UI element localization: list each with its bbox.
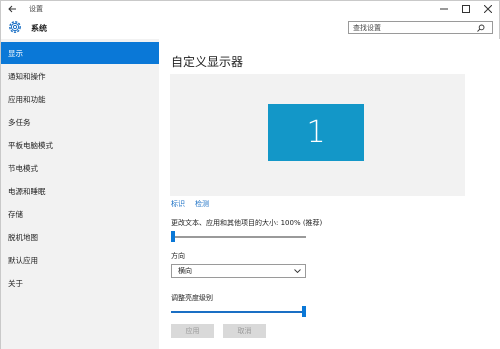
main-content: 自定义显示器 1 标识 检测 更改文本、应用和其他项目的大小: 100% (推荐… [159, 39, 500, 349]
chevron-down-icon [294, 269, 301, 274]
sidebar-item-label: 关于 [8, 278, 23, 288]
sidebar-item-battery-saver[interactable]: 节电模式 [1, 157, 159, 179]
search-input[interactable] [349, 22, 474, 33]
orientation-label: 方向 [171, 252, 185, 260]
sidebar-item-label: 节电模式 [8, 163, 38, 173]
sidebar-item-storage[interactable]: 存储 [1, 203, 159, 225]
sidebar-item-label: 平板电脑模式 [8, 140, 53, 150]
sidebar-item-tablet-mode[interactable]: 平板电脑模式 [1, 134, 159, 156]
sidebar-item-offline-maps[interactable]: 脱机地图 [1, 226, 159, 248]
header: 系统 [1, 16, 499, 39]
search-box[interactable] [348, 21, 493, 34]
monitor-tile[interactable]: 1 [268, 104, 364, 161]
arrow-left-icon [7, 5, 16, 12]
sidebar-item-label: 应用和功能 [8, 94, 46, 104]
sidebar-item-multitasking[interactable]: 多任务 [1, 111, 159, 133]
scale-slider[interactable] [171, 231, 306, 242]
settings-window: 设置 系统 查找设置 显示 通知和操作 应用和功能 多任务 平板电脑模式 节电模… [0, 0, 500, 349]
close-button[interactable] [477, 1, 499, 16]
maximize-icon [462, 4, 470, 13]
orientation-dropdown[interactable]: 横向 [171, 264, 306, 278]
apply-button[interactable]: 应用 [171, 324, 214, 338]
sidebar: 显示 通知和操作 应用和功能 多任务 平板电脑模式 节电模式 电源和睡眠 存储 … [1, 39, 159, 349]
sidebar-item-notifications[interactable]: 通知和操作 [1, 65, 159, 87]
sidebar-item-label: 脱机地图 [8, 232, 38, 242]
brightness-slider-fill [171, 311, 302, 313]
sidebar-item-apps[interactable]: 应用和功能 [1, 88, 159, 110]
minimize-icon [440, 8, 448, 9]
cancel-button[interactable]: 取消 [223, 324, 266, 338]
brightness-slider-thumb[interactable] [302, 306, 306, 317]
close-icon [484, 4, 492, 13]
search-icon[interactable] [474, 22, 488, 33]
sidebar-item-label: 多任务 [8, 117, 31, 127]
window-title: 设置 [29, 4, 43, 13]
scale-slider-thumb[interactable] [171, 231, 175, 242]
sidebar-item-default-apps[interactable]: 默认应用 [1, 249, 159, 271]
sidebar-item-about[interactable]: 关于 [1, 272, 159, 294]
sidebar-item-label: 默认应用 [8, 255, 38, 265]
sidebar-item-display[interactable]: 显示 [1, 42, 159, 64]
identify-link[interactable]: 标识 [171, 199, 185, 209]
title-bar: 设置 [1, 1, 499, 16]
page-title: 自定义显示器 [171, 55, 244, 69]
sidebar-item-power-sleep[interactable]: 电源和睡眠 [1, 180, 159, 202]
maximize-button[interactable] [455, 1, 477, 16]
back-button[interactable] [1, 1, 23, 16]
sidebar-item-label: 显示 [8, 48, 23, 58]
sidebar-item-label: 存储 [8, 209, 23, 219]
brightness-label: 调整亮度级别 [171, 294, 213, 302]
monitor-arrangement-area: 1 [170, 74, 465, 196]
gear-icon [9, 21, 21, 33]
sidebar-item-label: 电源和睡眠 [8, 186, 46, 196]
detect-link[interactable]: 检测 [195, 199, 209, 209]
minimize-button[interactable] [433, 1, 455, 16]
brightness-slider[interactable] [171, 306, 306, 317]
window-controls [433, 1, 499, 16]
monitor-number: 1 [306, 115, 326, 150]
orientation-value: 横向 [178, 267, 192, 275]
sidebar-item-label: 通知和操作 [8, 71, 46, 81]
scale-label: 更改文本、应用和其他项目的大小: 100% (推荐) [171, 219, 323, 227]
section-title: 系统 [31, 24, 47, 33]
